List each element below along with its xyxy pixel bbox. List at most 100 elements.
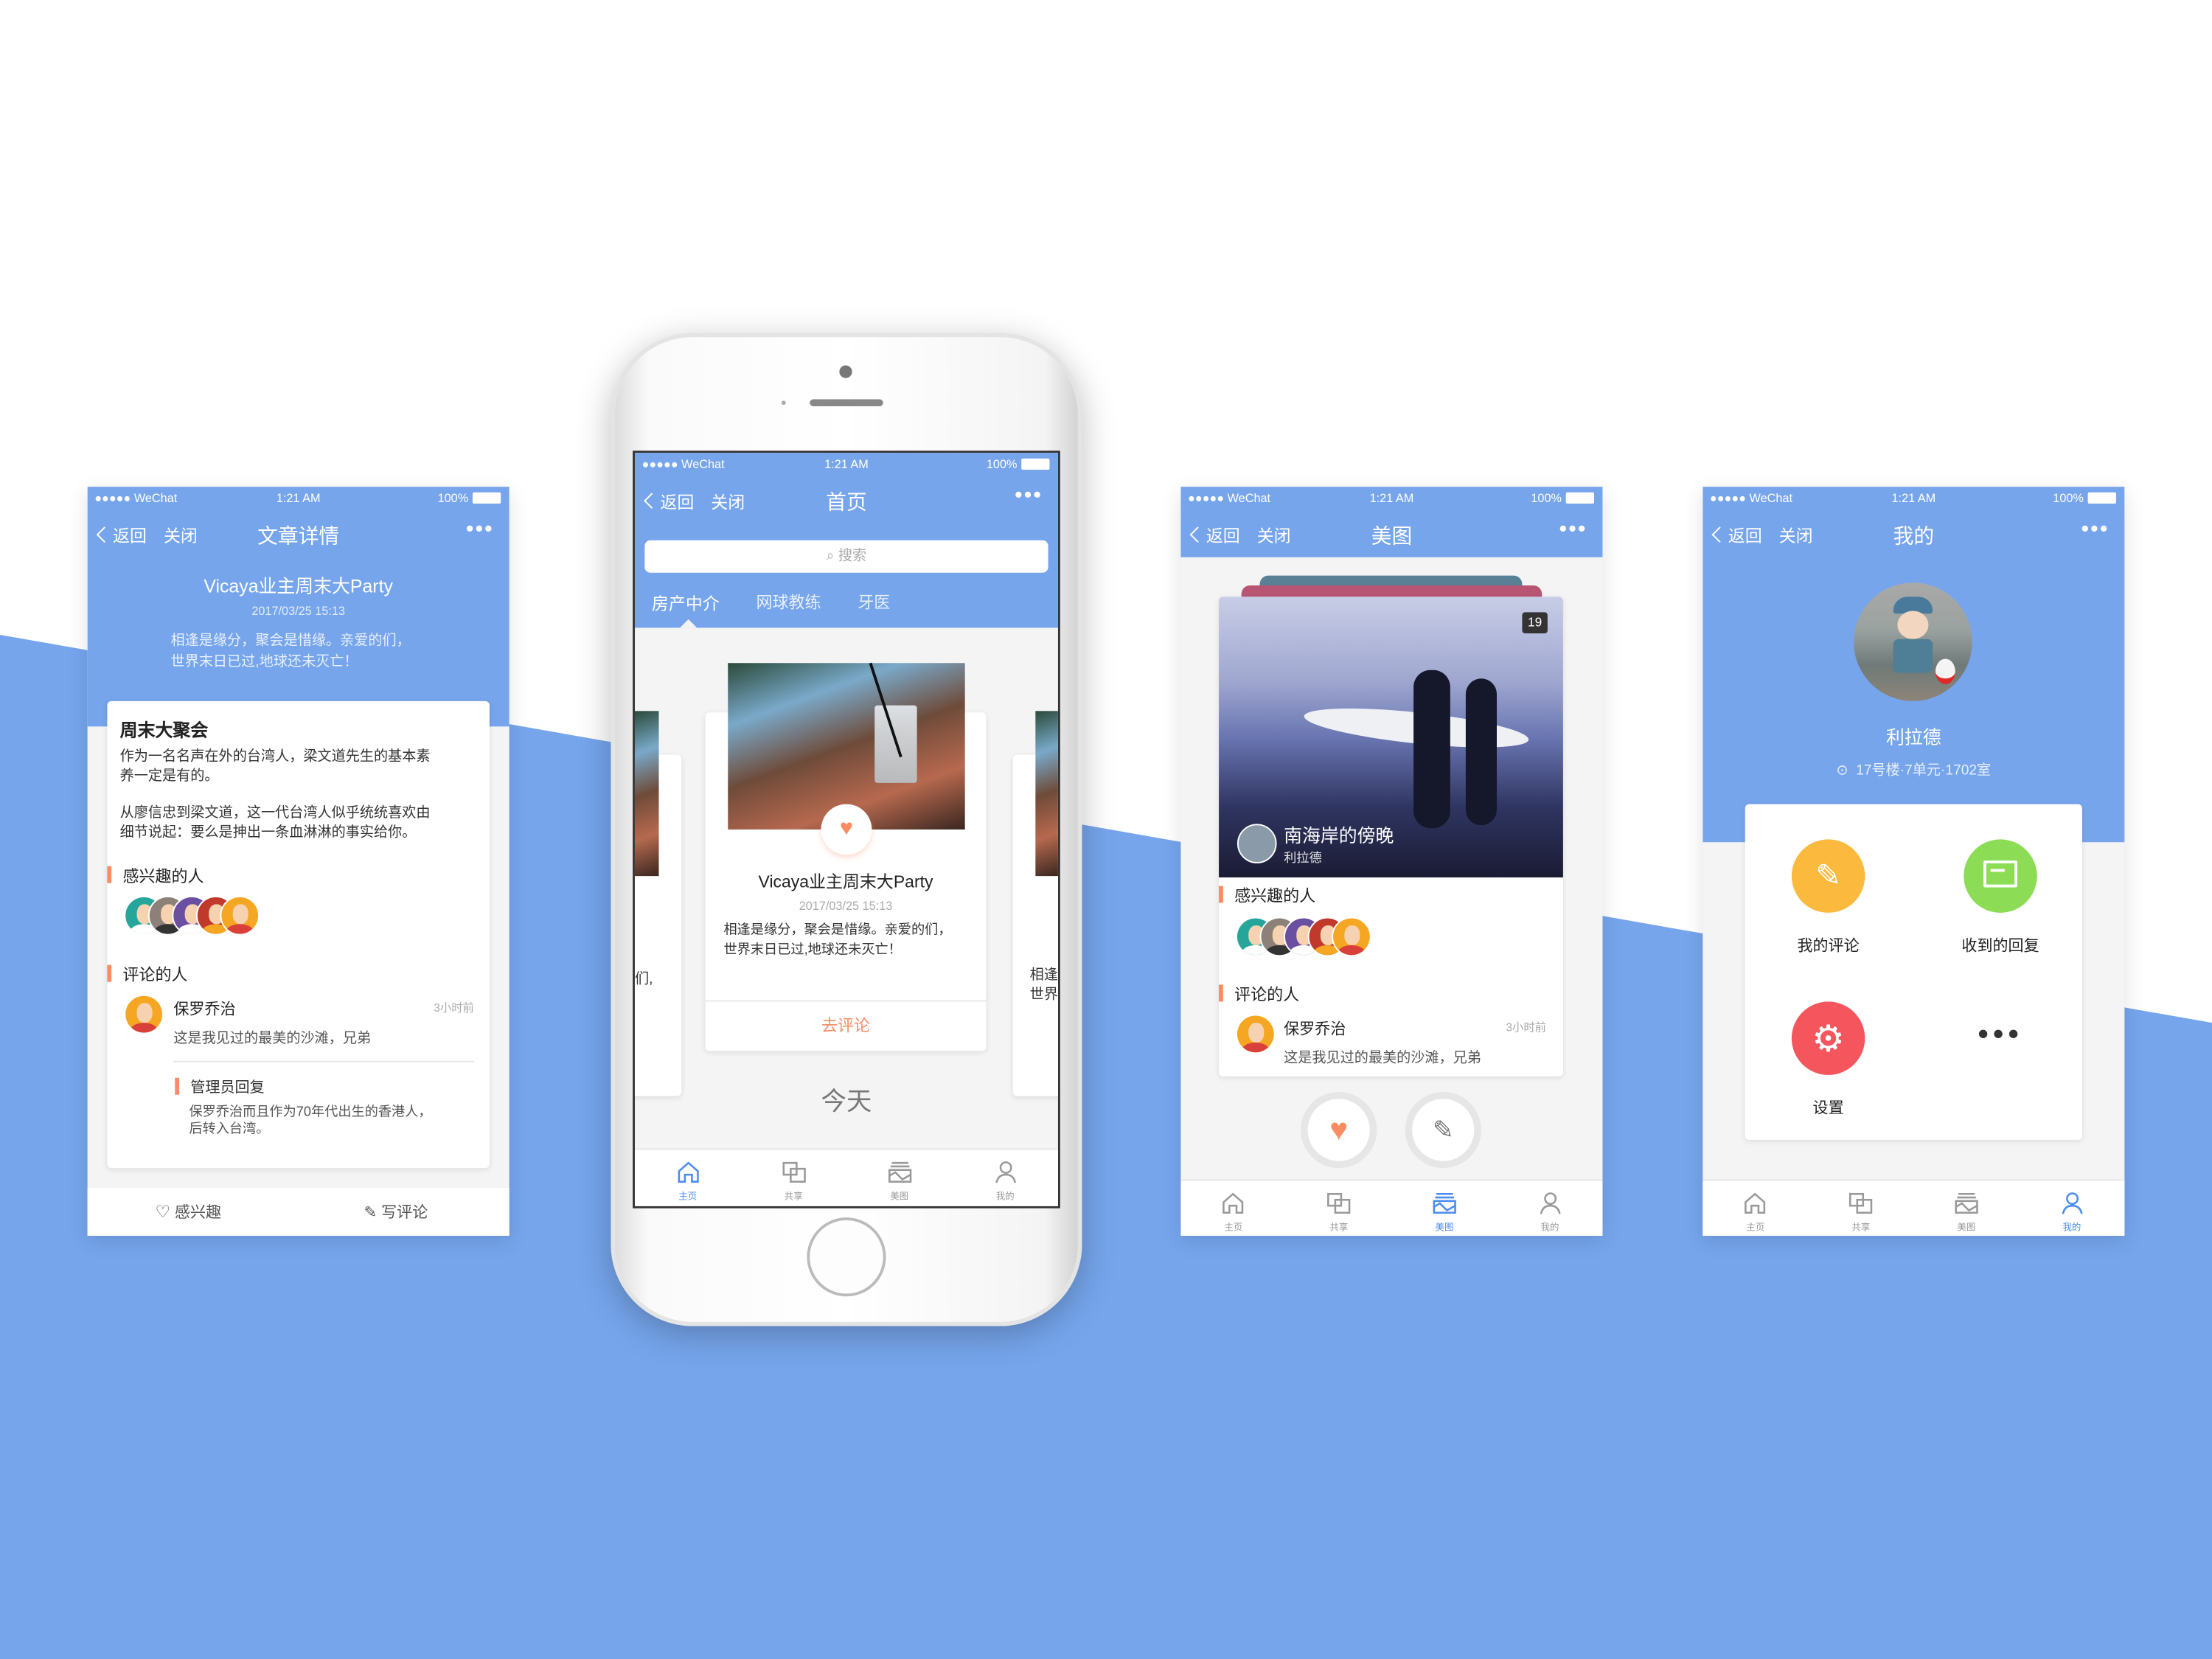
- menu-settings[interactable]: ⚙ 设置: [1770, 1001, 1886, 1119]
- tab-home[interactable]: 主页: [1703, 1180, 1808, 1236]
- write-comment-button[interactable]: ✎ 写评论: [364, 1200, 428, 1223]
- tab-share[interactable]: 共享: [1286, 1180, 1391, 1236]
- commenters-heading: 评论的人: [107, 964, 187, 987]
- tab-profile[interactable]: 我的: [952, 1150, 1057, 1205]
- paragraph-line: 从廖信忠到梁文道，这一代台湾人似乎统统喜欢由: [119, 805, 431, 821]
- heart-icon: ♥: [1329, 1111, 1349, 1147]
- category-tab-2[interactable]: 牙医: [858, 591, 890, 614]
- article-date: 2017/03/25 15:13: [251, 603, 345, 619]
- profile-avatar[interactable]: [1854, 582, 1972, 701]
- interested-avatars: [1236, 917, 1377, 957]
- page-title: 首页: [826, 492, 867, 515]
- commenter-avatar[interactable]: [124, 994, 164, 1034]
- more-button[interactable]: •••: [466, 518, 494, 543]
- tab-home[interactable]: 主页: [635, 1150, 740, 1205]
- battery-icon: [472, 492, 501, 504]
- menu-my-comments[interactable]: ✎ 我的评论: [1770, 839, 1886, 956]
- heart-outline-icon: ♡: [155, 1202, 171, 1222]
- gear-icon: ⚙: [1791, 1001, 1865, 1075]
- like-heart-button[interactable]: ♥: [821, 804, 872, 855]
- gallery-screen: ●●●●● WeChat 1:21 AM 100% 返回 关闭 美图 ••• 19 …: [1180, 487, 1603, 1237]
- photo-author: 利拉德: [1284, 850, 1322, 865]
- tab-gallery[interactable]: 美图: [846, 1150, 952, 1205]
- page-title: 文章详情: [257, 526, 340, 549]
- search-input[interactable]: ⌕ 搜索: [644, 540, 1048, 573]
- avatar[interactable]: [1332, 917, 1371, 957]
- article-headline: Vicaya业主周末大Party: [204, 575, 393, 597]
- edit-icon: ✎: [1791, 839, 1865, 913]
- photo-title: 南海岸的傍晚: [1284, 825, 1394, 846]
- comment-time: 3小时前: [434, 1001, 474, 1015]
- battery-icon: [2087, 492, 2116, 504]
- like-button[interactable]: ♥: [1301, 1091, 1377, 1169]
- tab-label: 共享: [784, 1192, 803, 1203]
- section-today: 今天: [821, 1088, 872, 1116]
- commenter-name: 保罗乔治: [173, 1001, 236, 1019]
- divider: [705, 1000, 987, 1002]
- go-comment-button[interactable]: 去评论: [706, 1015, 987, 1037]
- profile-address: ⊙ 17号楼·7单元·1702室: [1703, 757, 2124, 779]
- search-placeholder: 搜索: [838, 549, 867, 565]
- share-icon: [1327, 1192, 1351, 1214]
- share-icon: [782, 1161, 805, 1183]
- tab-label: 美图: [890, 1192, 909, 1203]
- image-icon: [888, 1161, 911, 1183]
- menu-received-replies[interactable]: 收到的回复: [1943, 839, 2059, 956]
- like-button[interactable]: ♡ 感兴趣: [155, 1200, 221, 1223]
- desc-line: 世界末日已过,地球还未灭亡！: [723, 942, 902, 959]
- tab-profile[interactable]: 我的: [2019, 1180, 2124, 1236]
- like-label: 感兴趣: [174, 1204, 222, 1222]
- tab-share[interactable]: 共享: [740, 1150, 846, 1205]
- interested-avatars: [124, 895, 265, 936]
- article-screen: ●●●●● WeChat 1:21 AM 100% 返回 关闭 文章详情 ••• V…: [87, 487, 509, 1237]
- tab-share[interactable]: 共享: [1808, 1180, 1913, 1236]
- tab-label: 我的: [2062, 1222, 2081, 1234]
- avatar[interactable]: [220, 895, 260, 936]
- nav-bar: 返回 关闭 美图 •••: [1180, 509, 1602, 557]
- tab-label: 主页: [678, 1192, 698, 1203]
- side-card-image: [1035, 711, 1058, 877]
- image-icon: [1433, 1192, 1456, 1214]
- tab-gallery[interactable]: 美图: [1391, 1180, 1497, 1236]
- address-text: 17号楼·7单元·1702室: [1856, 763, 1992, 779]
- menu-more-button[interactable]: •••: [1943, 1016, 2059, 1053]
- tab-home[interactable]: 主页: [1180, 1180, 1286, 1236]
- avatar-face: [1897, 611, 1929, 639]
- write-comment-button[interactable]: ✎: [1405, 1091, 1481, 1169]
- search-icon: ⌕: [826, 549, 835, 565]
- battery: 100%: [987, 453, 1050, 476]
- post-title: Vicaya业主周末大Party: [758, 872, 933, 892]
- more-button[interactable]: •••: [2081, 518, 2109, 543]
- more-button[interactable]: •••: [1559, 518, 1587, 543]
- tab-label: 共享: [1329, 1222, 1349, 1234]
- battery-icon: [1565, 492, 1594, 504]
- paragraph-line: 作为一名名声在外的台湾人，梁文道先生的基本素: [119, 748, 431, 765]
- tab-gallery[interactable]: 美图: [1913, 1180, 2019, 1236]
- home-button[interactable]: [807, 1217, 886, 1297]
- tab-label: 我的: [1540, 1222, 1559, 1234]
- share-icon: [1849, 1192, 1873, 1214]
- paragraph: 从廖信忠到梁文道，这一代台湾人似乎统统喜欢由 细节说起：要么是抻出一条血淋淋的事实…: [120, 804, 431, 844]
- tab-profile[interactable]: 我的: [1497, 1180, 1602, 1236]
- author-avatar[interactable]: [1237, 824, 1277, 863]
- article-action-bar: ♡ 感兴趣 ✎ 写评论: [87, 1187, 509, 1237]
- profile-name: 利拉德: [1886, 726, 1941, 748]
- commenter-avatar[interactable]: [1236, 1014, 1276, 1054]
- nav-bar: 返回 关闭 文章详情 •••: [88, 509, 509, 557]
- category-tab-1[interactable]: 网球教练: [757, 591, 821, 614]
- profile-screen: ●●●●● WeChat 1:21 AM 100% 返回 关闭 我的 ••• 利拉德…: [1703, 487, 2125, 1237]
- location-pin-icon: ⊙: [1836, 763, 1848, 779]
- category-tab-0[interactable]: 房产中介: [652, 591, 720, 616]
- surfer-shape: [1465, 678, 1497, 826]
- reply-line: 后转入台湾。: [189, 1121, 270, 1138]
- nav-bar: 返回 关闭 首页 •••: [635, 476, 1058, 524]
- camera: [839, 365, 852, 378]
- sensor: [781, 400, 786, 406]
- status-bar: ●●●●● WeChat 1:21 AM 100%: [1703, 487, 2124, 509]
- admin-reply-heading: 管理员回复: [175, 1077, 265, 1098]
- battery: 100%: [438, 487, 501, 509]
- photo-card[interactable]: 19 南海岸的傍晚 利拉德 感兴趣的人 评论的人 保罗乔治 3小时前 这是我见过…: [1219, 597, 1563, 1077]
- desc-line: 相逢是缘分，聚会是惜缘。亲爱的们，: [723, 922, 952, 939]
- more-button[interactable]: •••: [1015, 484, 1043, 509]
- battery-icon: [1021, 458, 1050, 470]
